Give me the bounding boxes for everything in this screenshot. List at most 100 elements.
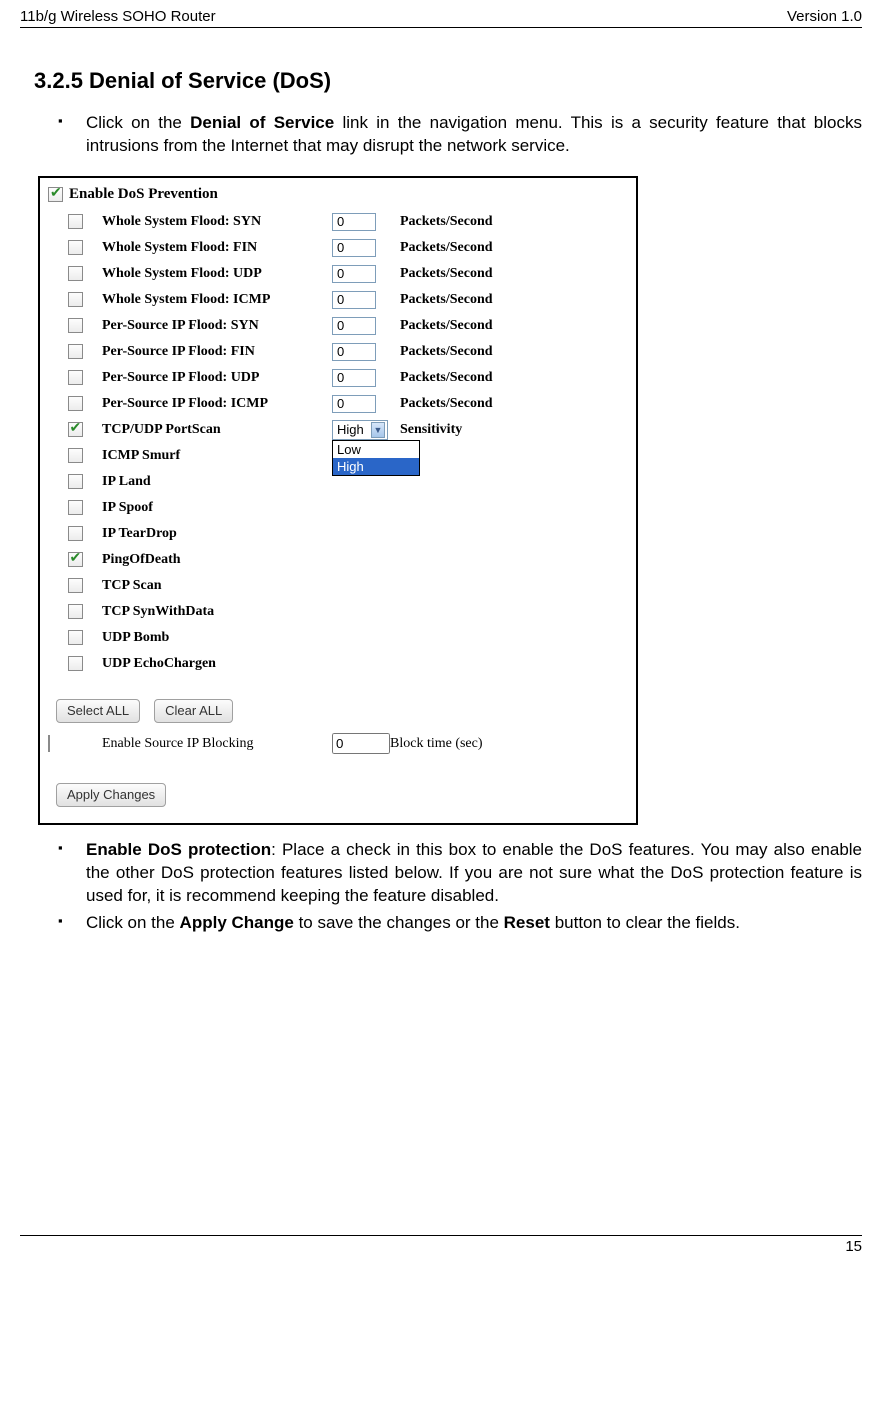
flood-input[interactable]	[332, 395, 376, 413]
sensitivity-unit: Sensitivity	[390, 422, 628, 438]
toggle-row: UDP Bomb	[48, 625, 628, 651]
flood-checkbox[interactable]	[68, 370, 83, 385]
enable-dos-checkbox[interactable]	[48, 187, 63, 202]
flood-row: Whole System Flood: FIN Packets/Second	[48, 235, 628, 261]
flood-unit: Packets/Second	[390, 370, 628, 386]
page-number: 15	[20, 1235, 862, 1255]
flood-label: Per-Source IP Flood: FIN	[102, 344, 332, 360]
apply-reset-bullet: Click on the Apply Change to save the ch…	[50, 912, 862, 935]
flood-row: Per-Source IP Flood: ICMP Packets/Second	[48, 391, 628, 417]
chevron-down-icon: ▼	[371, 422, 385, 438]
portscan-checkbox[interactable]	[68, 422, 83, 437]
flood-unit: Packets/Second	[390, 318, 628, 334]
toggle-row: UDP EchoChargen	[48, 651, 628, 677]
enable-dos-bullet: Enable DoS protection: Place a check in …	[50, 839, 862, 908]
toggle-label: PingOfDeath	[102, 552, 332, 568]
sensitivity-dropdown: Low High	[332, 440, 420, 476]
toggle-checkbox[interactable]	[68, 500, 83, 515]
portscan-row: TCP/UDP PortScan High ▼ Low High Sensiti…	[48, 417, 628, 443]
flood-unit: Packets/Second	[390, 266, 628, 282]
section-title: 3.2.5 Denial of Service (DoS)	[34, 68, 862, 94]
flood-row: Per-Source IP Flood: FIN Packets/Second	[48, 339, 628, 365]
toggle-checkbox[interactable]	[68, 630, 83, 645]
toggle-label: TCP SynWithData	[102, 604, 332, 620]
intro-bullet: Click on the Denial of Service link in t…	[50, 112, 862, 158]
flood-label: Whole System Flood: ICMP	[102, 292, 332, 308]
toggle-checkbox[interactable]	[68, 604, 83, 619]
toggle-label: ICMP Smurf	[102, 448, 332, 464]
doc-header-right: Version 1.0	[787, 8, 862, 25]
flood-label: Per-Source IP Flood: UDP	[102, 370, 332, 386]
flood-unit: Packets/Second	[390, 214, 628, 230]
sensitivity-option-high[interactable]: High	[333, 458, 419, 475]
portscan-label: TCP/UDP PortScan	[102, 422, 332, 438]
source-ip-label: Enable Source IP Blocking	[102, 736, 332, 752]
toggle-label: IP Spoof	[102, 500, 332, 516]
toggle-label: IP Land	[102, 474, 332, 490]
intro-bold: Denial of Service	[190, 113, 334, 132]
toggle-label: UDP EchoChargen	[102, 656, 332, 672]
flood-input[interactable]	[332, 265, 376, 283]
source-ip-checkbox[interactable]	[48, 735, 50, 752]
flood-label: Whole System Flood: FIN	[102, 240, 332, 256]
toggle-checkbox[interactable]	[68, 448, 83, 463]
apply-b2: Reset	[504, 913, 550, 932]
toggle-row: IP TearDrop	[48, 521, 628, 547]
block-time-unit: Block time (sec)	[390, 736, 628, 752]
apply-b1: Apply Change	[180, 913, 294, 932]
clear-all-button[interactable]: Clear ALL	[154, 699, 233, 723]
toggle-row: TCP SynWithData	[48, 599, 628, 625]
flood-label: Per-Source IP Flood: SYN	[102, 318, 332, 334]
apply-changes-button[interactable]: Apply Changes	[56, 783, 166, 807]
toggle-row: TCP Scan	[48, 573, 628, 599]
select-all-button[interactable]: Select ALL	[56, 699, 140, 723]
flood-input[interactable]	[332, 317, 376, 335]
toggle-checkbox[interactable]	[68, 656, 83, 671]
flood-input[interactable]	[332, 213, 376, 231]
flood-unit: Packets/Second	[390, 240, 628, 256]
flood-input[interactable]	[332, 291, 376, 309]
flood-checkbox[interactable]	[68, 266, 83, 281]
flood-row: Per-Source IP Flood: UDP Packets/Second	[48, 365, 628, 391]
apply-pre: Click on the	[86, 913, 180, 932]
toggle-checkbox[interactable]	[68, 552, 83, 567]
toggle-label: UDP Bomb	[102, 630, 332, 646]
enable-dos-label: Enable DoS Prevention	[69, 186, 218, 203]
flood-unit: Packets/Second	[390, 292, 628, 308]
toggle-label: TCP Scan	[102, 578, 332, 594]
doc-header-left: 11b/g Wireless SOHO Router	[20, 8, 216, 25]
toggle-checkbox[interactable]	[68, 578, 83, 593]
dos-settings-panel: Enable DoS Prevention Whole System Flood…	[38, 176, 638, 825]
flood-checkbox[interactable]	[68, 318, 83, 333]
flood-unit: Packets/Second	[390, 344, 628, 360]
flood-checkbox[interactable]	[68, 240, 83, 255]
flood-checkbox[interactable]	[68, 396, 83, 411]
flood-input[interactable]	[332, 239, 376, 257]
flood-row: Whole System Flood: UDP Packets/Second	[48, 261, 628, 287]
block-time-input[interactable]	[332, 733, 390, 754]
toggle-row: IP Spoof	[48, 495, 628, 521]
enable-dos-bullet-bold: Enable DoS protection	[86, 840, 271, 859]
flood-input[interactable]	[332, 343, 376, 361]
toggle-row: PingOfDeath	[48, 547, 628, 573]
toggle-label: IP TearDrop	[102, 526, 332, 542]
apply-mid: to save the changes or the	[294, 913, 504, 932]
flood-checkbox[interactable]	[68, 292, 83, 307]
toggle-checkbox[interactable]	[68, 474, 83, 489]
apply-post: button to clear the fields.	[550, 913, 740, 932]
intro-pre: Click on the	[86, 113, 190, 132]
flood-unit: Packets/Second	[390, 396, 628, 412]
flood-input[interactable]	[332, 369, 376, 387]
flood-row: Whole System Flood: ICMP Packets/Second	[48, 287, 628, 313]
flood-label: Whole System Flood: UDP	[102, 266, 332, 282]
source-ip-row: Enable Source IP Blocking Block time (se…	[48, 731, 628, 757]
flood-row: Whole System Flood: SYN Packets/Second	[48, 209, 628, 235]
flood-label: Whole System Flood: SYN	[102, 214, 332, 230]
sensitivity-option-low[interactable]: Low	[333, 441, 419, 458]
sensitivity-value: High	[337, 422, 364, 437]
flood-label: Per-Source IP Flood: ICMP	[102, 396, 332, 412]
sensitivity-select[interactable]: High ▼	[332, 420, 388, 440]
flood-checkbox[interactable]	[68, 344, 83, 359]
flood-checkbox[interactable]	[68, 214, 83, 229]
toggle-checkbox[interactable]	[68, 526, 83, 541]
